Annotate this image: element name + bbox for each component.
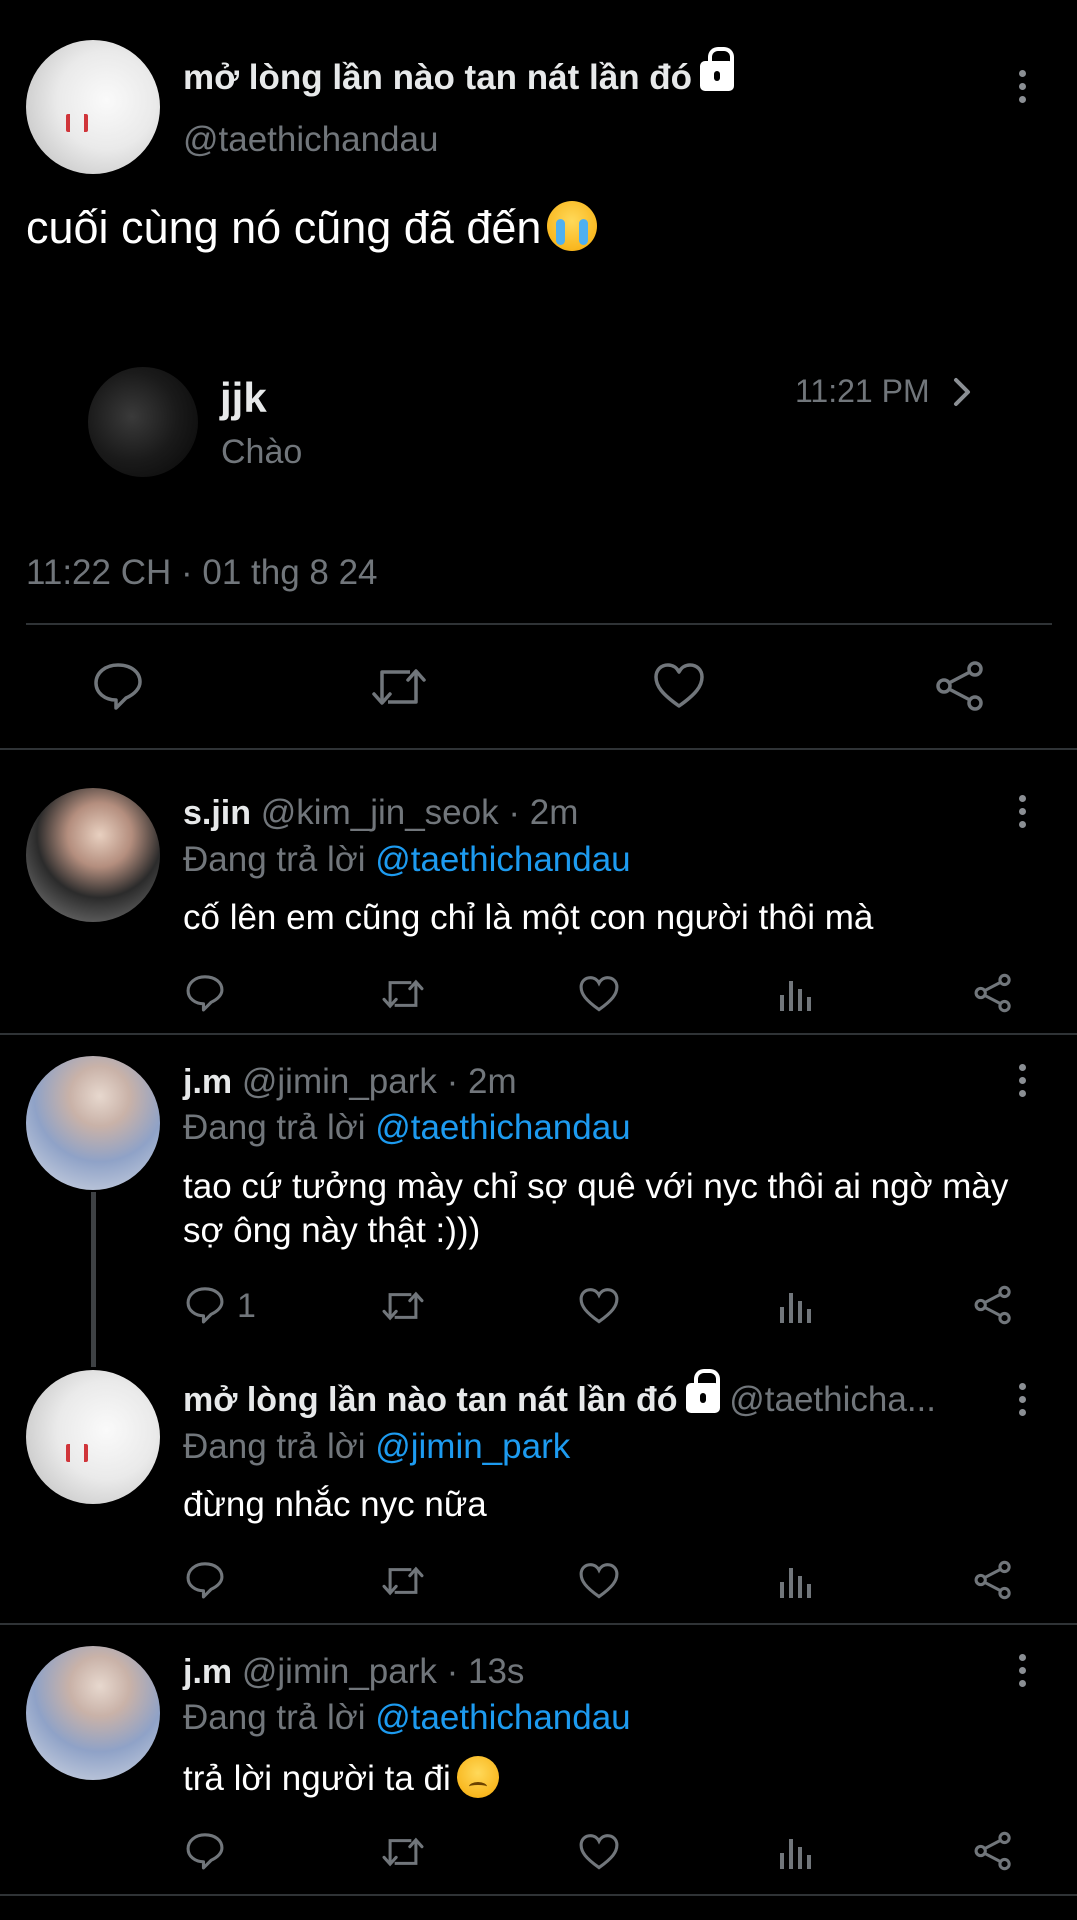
replying-label: Đang trả lời <box>183 1427 366 1466</box>
replying-to: Đang trả lời @taethichandau <box>183 840 631 880</box>
reply-author-name[interactable]: j.m <box>183 1653 232 1691</box>
section-divider <box>0 1033 1077 1035</box>
more-options-icon[interactable] <box>1017 1654 1027 1693</box>
tweet-text: cuối cùng nó cũng đã đến <box>26 202 542 253</box>
replying-to-link[interactable]: @taethichandau <box>375 840 630 879</box>
retweet-icon[interactable] <box>381 1287 425 1325</box>
reply-icon[interactable] <box>185 973 225 1013</box>
reply-author-handle[interactable]: @jimin_park <box>242 1652 437 1691</box>
section-divider <box>0 1623 1077 1625</box>
divider <box>26 623 1052 625</box>
reply-header: j.m @jimin_park · 13s <box>183 1652 524 1692</box>
avatar[interactable] <box>26 788 160 922</box>
share-icon[interactable] <box>972 1831 1014 1871</box>
reply-icon[interactable] <box>92 660 144 712</box>
like-icon[interactable] <box>578 1287 620 1325</box>
reply-author-name[interactable]: j.m <box>183 1063 232 1101</box>
avatar[interactable] <box>26 40 160 174</box>
reply-author-handle[interactable]: @taethicha... <box>729 1380 936 1419</box>
quoted-message: Chào <box>221 433 303 471</box>
replying-to: Đang trả lời @jimin_park <box>183 1427 570 1467</box>
quoted-time: 11:21 PM <box>795 373 930 409</box>
views-icon[interactable] <box>778 975 814 1013</box>
more-options-icon[interactable] <box>1017 795 1027 834</box>
reply-text: trả lời người ta đi <box>183 1759 451 1798</box>
section-divider <box>0 1894 1077 1896</box>
reply-text: tao cứ tưởng mày chỉ sợ quê với nyc thôi… <box>183 1167 1009 1250</box>
thread-connector <box>91 1192 96 1367</box>
reply-icon[interactable] <box>185 1831 225 1871</box>
like-icon[interactable] <box>578 1833 620 1871</box>
crying-face-emoji-icon <box>547 201 598 251</box>
replying-to-link[interactable]: @jimin_park <box>375 1427 570 1466</box>
section-divider <box>0 748 1077 750</box>
lock-icon <box>700 47 735 91</box>
reply-icon[interactable] <box>185 1560 225 1600</box>
replying-to-link[interactable]: @taethichandau <box>375 1698 630 1737</box>
views-icon[interactable] <box>778 1562 814 1600</box>
replying-label: Đang trả lời <box>183 1698 366 1737</box>
tweet-text-row: cuối cùng nó cũng đã đến <box>26 201 598 254</box>
reply-time: · 2m <box>508 793 579 832</box>
replying-label: Đang trả lời <box>183 840 366 879</box>
avatar[interactable] <box>26 1370 160 1504</box>
reply-author-name[interactable]: s.jin <box>183 794 251 832</box>
chevron-right-icon[interactable] <box>952 377 972 407</box>
reply-text: cố lên em cũng chỉ là một con người thôi… <box>183 898 874 937</box>
more-options-icon[interactable] <box>1017 70 1027 109</box>
avatar[interactable] <box>26 1646 160 1780</box>
more-options-icon[interactable] <box>1017 1383 1027 1422</box>
tweet-timestamp[interactable]: 11:22 CH · 01 thg 8 24 <box>26 553 378 593</box>
reply-header: s.jin @kim_jin_seok · 2m <box>183 793 578 833</box>
reply-count: 1 <box>237 1287 256 1325</box>
reply-text-row: trả lời người ta đi <box>183 1756 499 1799</box>
replying-to: Đang trả lời @taethichandau <box>183 1698 631 1738</box>
avatar[interactable] <box>26 1056 160 1190</box>
reply-icon[interactable] <box>185 1285 225 1325</box>
share-icon[interactable] <box>972 1560 1014 1600</box>
retweet-icon[interactable] <box>370 662 428 712</box>
share-icon[interactable] <box>972 973 1014 1013</box>
reply-author-name[interactable]: mở lòng lần nào tan nát lần đó <box>183 1381 678 1419</box>
like-icon[interactable] <box>578 975 620 1013</box>
like-icon[interactable] <box>578 1562 620 1600</box>
reply-header: j.m @jimin_park · 2m <box>183 1062 517 1102</box>
like-icon[interactable] <box>652 662 706 710</box>
reply-author-handle[interactable]: @kim_jin_seok <box>261 793 499 832</box>
replying-to-link[interactable]: @taethichandau <box>375 1108 630 1147</box>
share-icon[interactable] <box>933 660 987 712</box>
reply-header: mở lòng lần nào tan nát lần đó @taethich… <box>183 1369 936 1420</box>
views-icon[interactable] <box>778 1833 814 1871</box>
retweet-icon[interactable] <box>381 1562 425 1600</box>
author-handle[interactable]: @taethichandau <box>183 120 438 160</box>
confounded-face-emoji-icon <box>456 1756 499 1798</box>
reply-author-handle[interactable]: @jimin_park <box>242 1062 437 1101</box>
retweet-icon[interactable] <box>381 975 425 1013</box>
replying-to: Đang trả lời @taethichandau <box>183 1108 631 1148</box>
share-icon[interactable] <box>972 1285 1014 1325</box>
views-icon[interactable] <box>778 1287 814 1325</box>
reply-time: · 13s <box>446 1652 525 1691</box>
lock-icon <box>685 1369 720 1413</box>
author-display-name[interactable]: mở lòng lần nào tan nát lần đó <box>183 58 692 97</box>
more-options-icon[interactable] <box>1017 1064 1027 1103</box>
reply-text: đừng nhắc nyc nữa <box>183 1485 487 1524</box>
quoted-name: jjk <box>220 374 267 421</box>
retweet-icon[interactable] <box>381 1833 425 1871</box>
replying-label: Đang trả lời <box>183 1108 366 1147</box>
reply-time: · 2m <box>446 1062 517 1101</box>
author-name-row: mở lòng lần nào tan nát lần đó <box>183 47 735 98</box>
quoted-avatar <box>88 367 198 477</box>
